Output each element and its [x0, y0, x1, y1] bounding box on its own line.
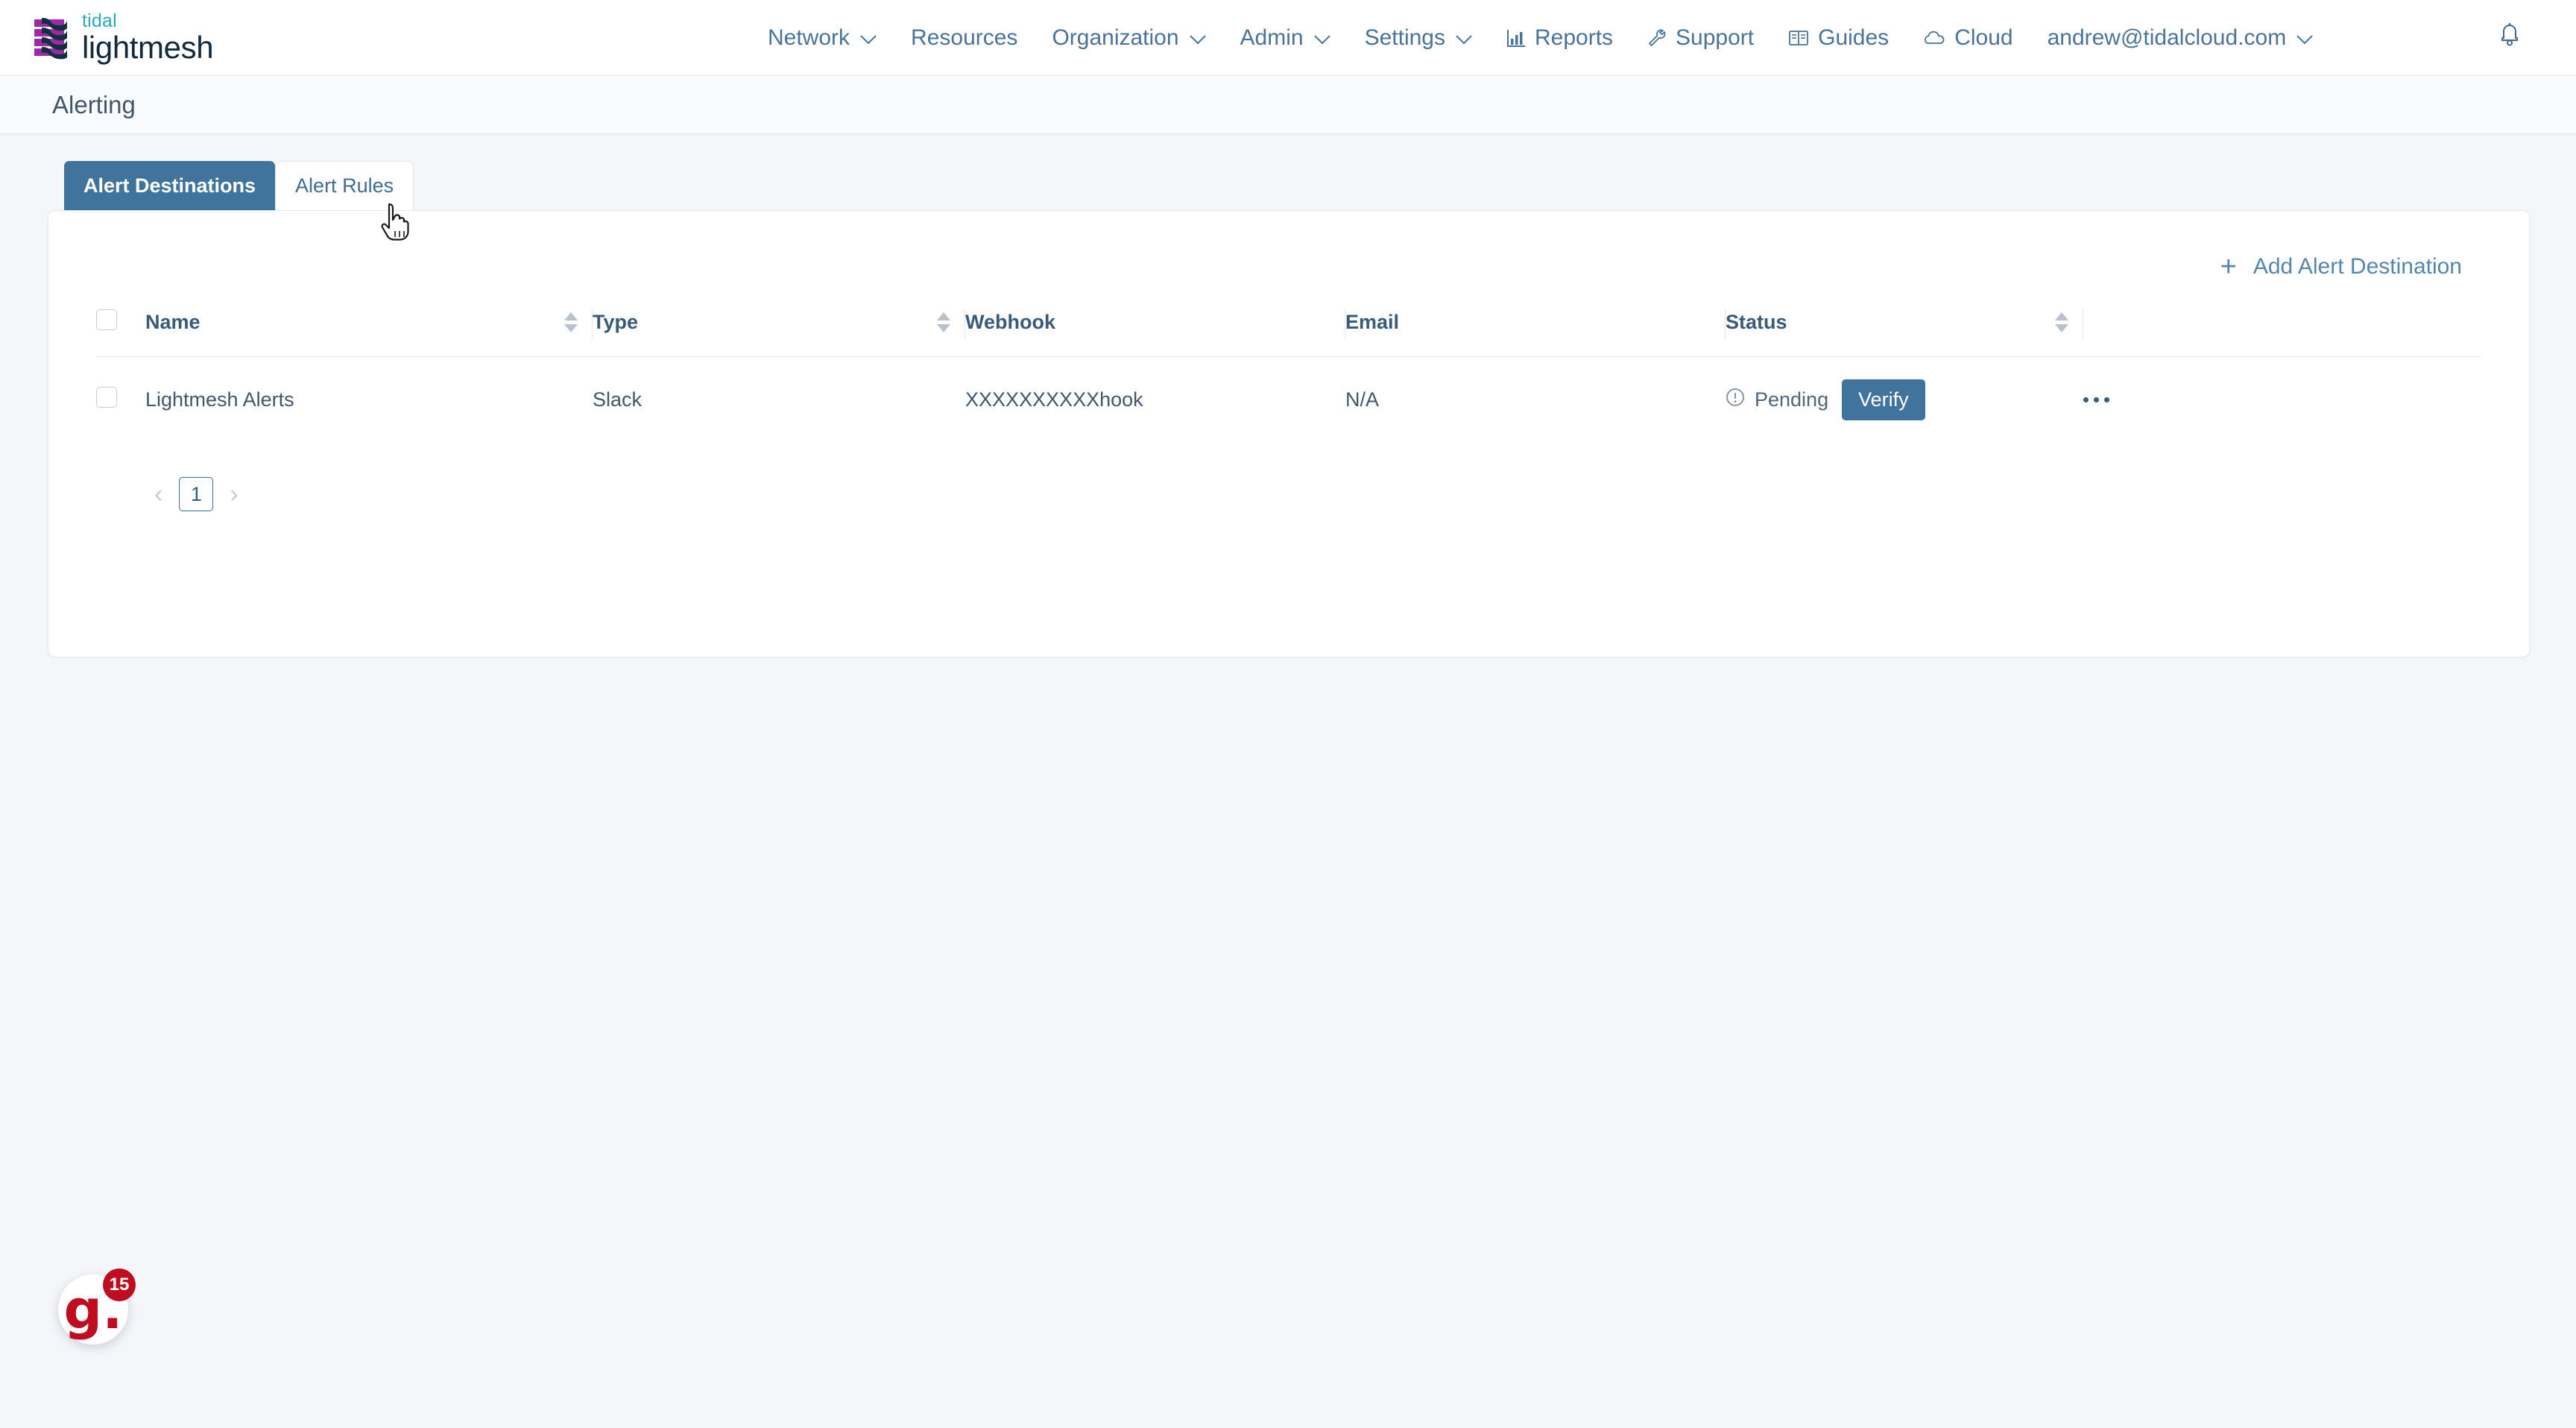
sort-ascending-icon	[937, 312, 950, 320]
nav-label: Resources	[911, 25, 1018, 50]
lightmesh-stack-logo-icon	[31, 16, 70, 60]
more-horizontal-icon[interactable]	[2083, 397, 2481, 402]
nav-item-settings[interactable]: Settings	[1365, 25, 1472, 51]
status-badge: Pending	[1726, 388, 1828, 412]
nav-item-admin[interactable]: Admin	[1240, 25, 1330, 51]
nav-label: Guides	[1818, 25, 1890, 50]
sort-toggle-type[interactable]	[937, 312, 950, 332]
chevron-down-icon	[2296, 25, 2313, 51]
sort-ascending-icon	[564, 312, 578, 320]
help-widget-badge: 15	[103, 1269, 136, 1301]
sort-toggle-status[interactable]	[2055, 312, 2068, 332]
chevron-down-icon	[1189, 25, 1206, 51]
nav-item-user-account[interactable]: andrew@tidalcloud.com	[2048, 25, 2314, 51]
sort-descending-icon	[2055, 324, 2068, 332]
sort-toggle-name[interactable]	[564, 312, 578, 332]
select-all-checkbox[interactable]	[96, 309, 117, 330]
column-label: Webhook	[965, 311, 1055, 333]
nav-item-resources[interactable]: Resources	[911, 25, 1017, 51]
cell-type: Slack	[593, 388, 643, 411]
card-toolbar: + Add Alert Destination	[48, 211, 2529, 281]
nav-item-support[interactable]: Support	[1647, 25, 1754, 51]
nav-label: Support	[1676, 25, 1755, 50]
table-header: Name Type Webhook Email Status	[96, 309, 2481, 357]
column-header-actions	[2083, 309, 2481, 357]
sort-descending-icon	[937, 324, 950, 332]
book-icon	[1788, 29, 1809, 47]
tab-alert-destinations[interactable]: Alert Destinations	[64, 161, 276, 210]
column-header-type: Type	[593, 309, 965, 357]
brand-logo[interactable]: tidal lightmesh	[31, 10, 214, 65]
chevron-down-icon	[860, 25, 877, 51]
add-alert-destination-button[interactable]: + Add Alert Destination	[2220, 253, 2462, 281]
column-label: Status	[1726, 311, 1787, 333]
sort-ascending-icon	[2055, 312, 2068, 320]
bell-icon	[2497, 22, 2522, 53]
row-select-cell	[96, 357, 145, 443]
main-nav: Network Resources Organization Admin Set…	[768, 0, 2352, 75]
column-header-webhook: Webhook	[965, 309, 1345, 357]
plus-icon: +	[2220, 251, 2237, 282]
column-label: Type	[593, 311, 639, 333]
chevron-right-icon[interactable]: ›	[222, 478, 245, 510]
status-label: Pending	[1755, 388, 1829, 411]
cell-webhook: XXXXXXXXXXhook	[965, 388, 1143, 411]
column-header-email: Email	[1345, 309, 1726, 357]
pagination: ‹ 1 ›	[147, 477, 2529, 511]
alert-destinations-card: + Add Alert Destination Name Type Webhoo…	[48, 210, 2530, 657]
nav-label: Reports	[1535, 25, 1614, 50]
column-header-status: Status	[1726, 309, 2083, 357]
nav-label: Organization	[1052, 25, 1179, 50]
verify-button[interactable]: Verify	[1842, 379, 1925, 420]
alert-destinations-table: Name Type Webhook Email Status Lightmesh…	[96, 309, 2481, 443]
bar-chart-icon	[1506, 28, 1526, 48]
cell-email: N/A	[1345, 388, 1380, 411]
page-header: Alerting	[0, 76, 2576, 134]
brand-name-bottom: lightmesh	[82, 30, 214, 65]
chevron-left-icon[interactable]: ‹	[147, 478, 170, 510]
chevron-down-icon	[1456, 25, 1472, 51]
column-header-name: Name	[145, 309, 593, 357]
nav-label: Cloud	[1954, 25, 2013, 50]
nav-item-network[interactable]: Network	[768, 25, 877, 51]
wrench-icon	[1647, 28, 1667, 48]
alert-circle-icon	[1726, 388, 1745, 412]
nav-item-guides[interactable]: Guides	[1788, 25, 1889, 51]
nav-label: Admin	[1240, 25, 1304, 50]
help-widget-button[interactable]: g. 15	[58, 1269, 136, 1345]
tab-alert-rules[interactable]: Alert Rules	[275, 161, 414, 210]
column-label: Email	[1345, 311, 1400, 333]
cell-name: Lightmesh Alerts	[145, 388, 294, 411]
brand-name-top: tidal	[82, 10, 117, 31]
nav-label: Settings	[1364, 25, 1445, 50]
column-label: Name	[145, 311, 201, 333]
page-title: Alerting	[52, 90, 136, 119]
page-number-1[interactable]: 1	[179, 477, 214, 511]
tab-label: Alert Destinations	[83, 174, 256, 197]
chevron-down-icon	[1313, 25, 1330, 51]
row-checkbox[interactable]	[96, 387, 117, 408]
user-email-label: andrew@tidalcloud.com	[2047, 25, 2287, 50]
table-row: Lightmesh Alerts Slack XXXXXXXXXXhook N/…	[96, 356, 2481, 443]
nav-item-organization[interactable]: Organization	[1052, 25, 1206, 51]
nav-item-reports[interactable]: Reports	[1506, 25, 1613, 51]
nav-label: Network	[768, 25, 850, 50]
nav-item-cloud[interactable]: Cloud	[1923, 25, 2013, 51]
sort-descending-icon	[564, 324, 578, 332]
tab-label: Alert Rules	[295, 174, 394, 197]
cloud-icon	[1923, 31, 1945, 45]
tab-bar: Alert Destinations Alert Rules	[64, 161, 2576, 210]
cell-status: Pending Verify	[1726, 357, 2083, 443]
top-navigation-bar: tidal lightmesh Network Resources Organi…	[0, 0, 2576, 76]
notifications-button[interactable]	[2497, 22, 2522, 53]
add-alert-destination-label: Add Alert Destination	[2253, 254, 2462, 279]
cell-actions	[2083, 357, 2481, 443]
select-all-header	[96, 309, 145, 357]
